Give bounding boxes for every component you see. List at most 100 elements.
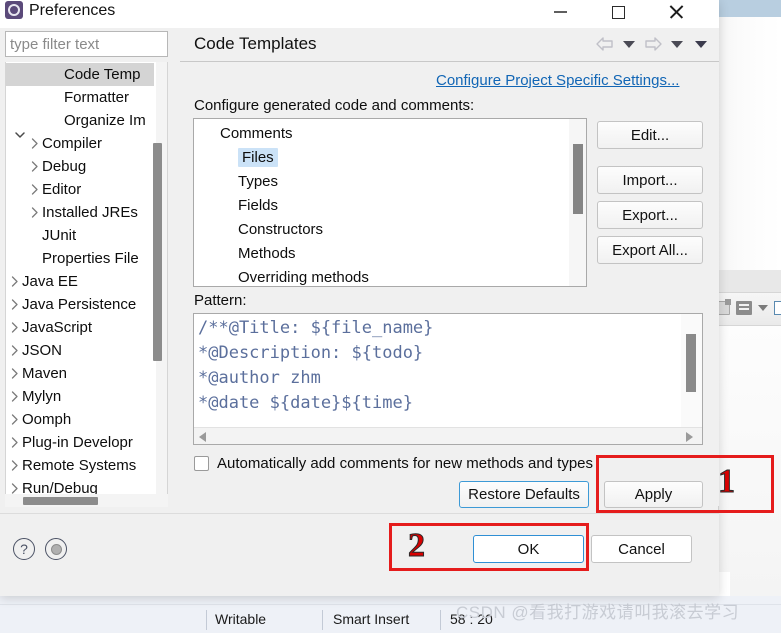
template-item-files[interactable]: Files xyxy=(238,146,278,169)
chevron-right-icon[interactable] xyxy=(28,132,42,155)
pattern-editor[interactable]: /**@Title: ${file_name} *@Description: $… xyxy=(193,313,703,445)
auto-comments-checkbox[interactable] xyxy=(194,456,209,471)
status-insert-mode: Smart Insert xyxy=(333,611,410,627)
chevron-right-icon[interactable] xyxy=(8,431,22,454)
tree-item-label: Compiler xyxy=(42,135,103,152)
tree-item-java-persistence[interactable]: Java Persistence xyxy=(6,293,154,316)
maximize-icon xyxy=(611,5,625,19)
edit-button[interactable]: Edit... xyxy=(597,121,703,149)
status-divider xyxy=(322,610,323,630)
chevron-right-icon[interactable] xyxy=(8,293,22,316)
apply-button[interactable]: Apply xyxy=(604,481,703,508)
help-question-icon[interactable]: ? xyxy=(13,538,35,560)
tree-item-installed-jres[interactable]: Installed JREs xyxy=(6,201,154,224)
scroll-left-icon[interactable] xyxy=(199,432,206,442)
ide-title-strip xyxy=(718,0,781,17)
template-item-fields[interactable]: Fields xyxy=(238,194,278,217)
ide-lower-panel xyxy=(709,326,781,596)
export-button[interactable]: Export... xyxy=(597,201,703,229)
chevron-right-icon[interactable] xyxy=(8,385,22,408)
tree-item-code-temp[interactable]: Code Temp xyxy=(6,63,154,86)
forward-dropdown-icon[interactable] xyxy=(667,35,687,53)
chevron-right-icon[interactable] xyxy=(28,201,42,224)
template-item-overriding-methods[interactable]: Overriding methods xyxy=(238,266,369,286)
tree-item-label: Mylyn xyxy=(22,388,62,405)
tree-item-label: Plug-in Developr xyxy=(22,434,133,451)
tree-item-junit[interactable]: JUnit xyxy=(6,224,154,247)
chevron-right-icon[interactable] xyxy=(8,454,22,477)
tree-vertical-scrollbar-thumb[interactable] xyxy=(153,143,162,361)
close-button[interactable] xyxy=(653,0,699,24)
tree-item-json[interactable]: JSON xyxy=(6,339,154,362)
tree-horizontal-scrollbar-thumb[interactable] xyxy=(23,497,98,505)
tree-item-organize-im[interactable]: Organize Im xyxy=(6,109,154,132)
view-menu-icon[interactable] xyxy=(691,35,711,53)
template-item-label: Constructors xyxy=(238,221,324,238)
tree-item-label: Oomph xyxy=(22,411,72,428)
template-item-label: Comments xyxy=(220,125,293,142)
filter-input[interactable] xyxy=(5,31,168,57)
import-button[interactable]: Import... xyxy=(597,166,703,194)
template-item-comments[interactable]: Comments xyxy=(220,122,293,145)
document-icon[interactable] xyxy=(774,301,781,315)
chevron-right-icon[interactable] xyxy=(8,339,22,362)
chevron-right-icon[interactable] xyxy=(8,270,22,293)
dialog-titlebar: Preferences xyxy=(0,0,719,28)
configure-project-settings-link[interactable]: Configure Project Specific Settings... xyxy=(436,72,679,89)
back-arrow-icon[interactable] xyxy=(595,35,615,53)
template-item-methods[interactable]: Methods xyxy=(238,242,296,265)
cancel-button[interactable]: Cancel xyxy=(591,535,692,563)
back-dropdown-icon[interactable] xyxy=(619,35,639,53)
scroll-right-icon[interactable] xyxy=(686,432,693,442)
maximize-button[interactable] xyxy=(595,0,641,24)
restore-defaults-button[interactable]: Restore Defaults xyxy=(459,481,589,508)
pattern-text: /**@Title: ${file_name} *@Description: $… xyxy=(198,318,434,413)
code-templates-tree[interactable]: Comments Files Types Fields Constructors Meth… xyxy=(193,118,587,287)
chevron-right-icon[interactable] xyxy=(28,178,42,201)
tree-item-plug-in-developr[interactable]: Plug-in Developr xyxy=(6,431,154,454)
tree-item-label: Java EE xyxy=(22,273,78,290)
tree-item-label: Editor xyxy=(42,181,82,198)
chevron-right-icon[interactable] xyxy=(8,408,22,431)
tree-item-oomph[interactable]: Oomph xyxy=(6,408,154,431)
chevron-down-icon[interactable] xyxy=(14,128,26,140)
caret-down-icon[interactable] xyxy=(758,305,768,311)
chevron-right-icon[interactable] xyxy=(8,316,22,339)
template-item-types[interactable]: Types xyxy=(238,170,278,193)
page-title: Code Templates xyxy=(194,34,317,53)
tree-item-maven[interactable]: Maven xyxy=(6,362,154,385)
template-item-constructors[interactable]: Constructors xyxy=(238,218,323,241)
pattern-vertical-scrollbar-track[interactable] xyxy=(681,314,702,427)
tree-item-label: Code Temp xyxy=(64,66,141,83)
tree-item-compiler[interactable]: Compiler xyxy=(6,132,154,155)
tree-item-remote-systems[interactable]: Remote Systems xyxy=(6,454,154,477)
template-item-label: Types xyxy=(238,173,279,190)
ok-button[interactable]: OK xyxy=(473,535,584,563)
forward-arrow-icon[interactable] xyxy=(643,35,663,53)
apply-and-close-icon[interactable] xyxy=(45,538,67,560)
tree-item-properties-file[interactable]: Properties File xyxy=(6,247,154,270)
minimize-button[interactable] xyxy=(537,0,583,24)
export-all-button[interactable]: Export All... xyxy=(597,236,703,264)
tree-item-mylyn[interactable]: Mylyn xyxy=(6,385,154,408)
preference-tree[interactable]: Code Temp Formatter Organize Im Compiler Deb… xyxy=(5,62,168,504)
tree-item-java-ee[interactable]: Java EE xyxy=(6,270,154,293)
template-item-label: Files xyxy=(238,148,278,167)
tree-item-label: Remote Systems xyxy=(22,457,137,474)
templates-scrollbar-track[interactable] xyxy=(569,119,586,286)
ide-view-toolbar xyxy=(709,292,781,326)
tree-item-formatter[interactable]: Formatter xyxy=(6,86,154,109)
monitor-icon[interactable] xyxy=(736,301,752,315)
tree-item-editor[interactable]: Editor xyxy=(6,178,154,201)
chevron-right-icon[interactable] xyxy=(8,362,22,385)
pattern-vertical-scrollbar-thumb[interactable] xyxy=(686,334,696,392)
chevron-right-icon[interactable] xyxy=(28,155,42,178)
tree-item-javascript[interactable]: JavaScript xyxy=(6,316,154,339)
auto-comments-checkbox-row[interactable]: Automatically add comments for new metho… xyxy=(194,455,593,472)
auto-comments-label: Automatically add comments for new metho… xyxy=(217,455,594,472)
templates-scrollbar-thumb[interactable] xyxy=(573,144,583,214)
pattern-horizontal-scrollbar-track[interactable] xyxy=(194,427,702,444)
tree-item-debug[interactable]: Debug xyxy=(6,155,154,178)
